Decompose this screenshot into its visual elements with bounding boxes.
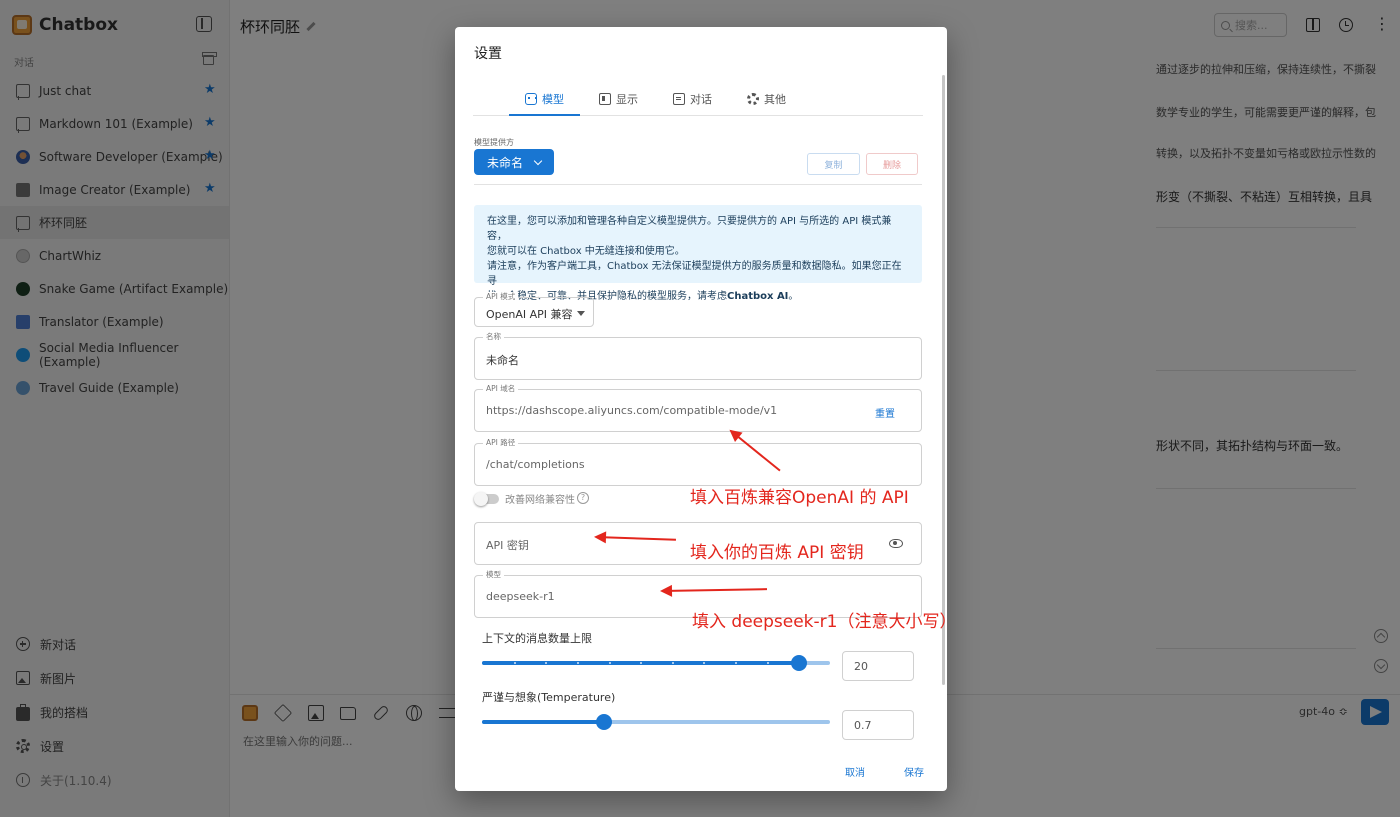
model-value: deepseek-r1 <box>486 590 555 603</box>
divider <box>474 184 922 185</box>
tab-display[interactable]: 显示 <box>599 83 638 115</box>
api-mode-select[interactable]: API 模式 OpenAI API 兼容 <box>474 292 594 327</box>
context-count-input[interactable]: 20 <box>842 651 914 681</box>
api-host-label: API 域名 <box>483 384 519 394</box>
caret-down-icon <box>577 311 585 316</box>
cog-icon <box>747 93 759 105</box>
copy-button[interactable]: 复制 <box>807 153 860 175</box>
api-key-placeholder: API 密钥 <box>486 539 529 552</box>
provider-dropdown[interactable]: 未命名 <box>474 149 554 175</box>
model-label: 模型 <box>483 570 504 580</box>
api-path-value: /chat/completions <box>486 458 585 471</box>
tab-label: 模型 <box>542 93 564 106</box>
tab-label: 对话 <box>690 93 712 106</box>
slider-tick <box>514 662 516 664</box>
notice-line: 您就可以在 Chatbox 中无缝连接和使用它。 <box>487 246 685 257</box>
info-notice: 在这里，您可以添加和管理各种自定义模型提供方。只要提供方的 API 与所选的 A… <box>474 205 922 302</box>
slider-tick <box>609 662 611 664</box>
name-field[interactable]: 名称 未命名 <box>474 332 922 380</box>
slider-tick <box>577 662 579 664</box>
robot-icon <box>525 93 537 105</box>
tab-label: 其他 <box>764 93 786 106</box>
temperature-slider[interactable] <box>482 714 830 730</box>
notice-line: 在这里，您可以添加和管理各种自定义模型提供方。只要提供方的 API 与所选的 A… <box>487 216 892 242</box>
context-slider-thumb[interactable] <box>791 655 807 671</box>
provider-label: 模型提供方 <box>474 138 514 147</box>
slider-tick <box>545 662 547 664</box>
save-button[interactable]: 保存 <box>904 764 924 779</box>
cancel-button[interactable]: 取消 <box>845 764 865 779</box>
display-icon <box>599 93 611 105</box>
slider-tick <box>735 662 737 664</box>
context-slider[interactable] <box>482 655 830 671</box>
context-slider-label: 上下文的消息数量上限 <box>482 632 592 645</box>
chatbox-ai-link[interactable]: Chatbox AI <box>727 291 788 302</box>
tab-chat[interactable]: 对话 <box>673 83 712 115</box>
slider-tick <box>672 662 674 664</box>
tab-other[interactable]: 其他 <box>747 83 786 115</box>
chevron-down-icon <box>533 156 543 165</box>
tab-model[interactable]: 模型 <box>509 83 580 116</box>
annotation-api-host: 填入百炼兼容OpenAI 的 API <box>690 488 909 508</box>
temperature-slider-label: 严谨与想象(Temperature) <box>482 691 616 704</box>
api-path-field[interactable]: API 路径 /chat/completions <box>474 438 922 486</box>
api-path-label: API 路径 <box>483 438 519 448</box>
provider-value: 未命名 <box>487 155 524 170</box>
name-value: 未命名 <box>486 354 519 367</box>
network-compat-label: 改善网络兼容性 <box>505 495 575 506</box>
annotation-api-key: 填入你的百炼 API 密钥 <box>690 543 864 563</box>
tab-label: 显示 <box>616 93 638 106</box>
api-host-value: https://dashscope.aliyuncs.com/compatibl… <box>486 404 778 417</box>
notice-text: 。 <box>788 291 799 302</box>
api-host-field[interactable]: API 域名 https://dashscope.aliyuncs.com/co… <box>474 384 922 432</box>
settings-dialog: 设置 模型 显示 对话 其他 模型提供方 未命名 复制 删除 在这里，您可以添加… <box>455 27 947 791</box>
reset-button[interactable]: 重置 <box>875 405 895 420</box>
temperature-slider-fill <box>482 720 604 724</box>
slider-tick <box>703 662 705 664</box>
network-compat-toggle[interactable] <box>474 492 499 506</box>
slider-tick <box>767 662 769 664</box>
annotation-model: 填入 deepseek-r1（注意大小写） <box>692 612 957 632</box>
chat-icon <box>673 93 685 105</box>
name-label: 名称 <box>483 332 504 342</box>
notice-line: 请注意，作为客户端工具，Chatbox 无法保证模型提供方的服务质量和数据隐私。… <box>487 261 902 287</box>
api-mode-value: OpenAI API 兼容 <box>486 308 573 321</box>
api-mode-label: API 模式 <box>483 292 519 302</box>
slider-tick <box>640 662 642 664</box>
temperature-input[interactable]: 0.7 <box>842 710 914 740</box>
help-icon[interactable]: ? <box>577 492 589 504</box>
dialog-title: 设置 <box>474 46 502 62</box>
eye-icon[interactable] <box>889 539 903 548</box>
settings-tabs: 模型 显示 对话 其他 <box>473 83 923 116</box>
temperature-slider-thumb[interactable] <box>596 714 612 730</box>
dialog-scrollbar[interactable] <box>942 75 945 685</box>
delete-button[interactable]: 删除 <box>866 153 918 175</box>
